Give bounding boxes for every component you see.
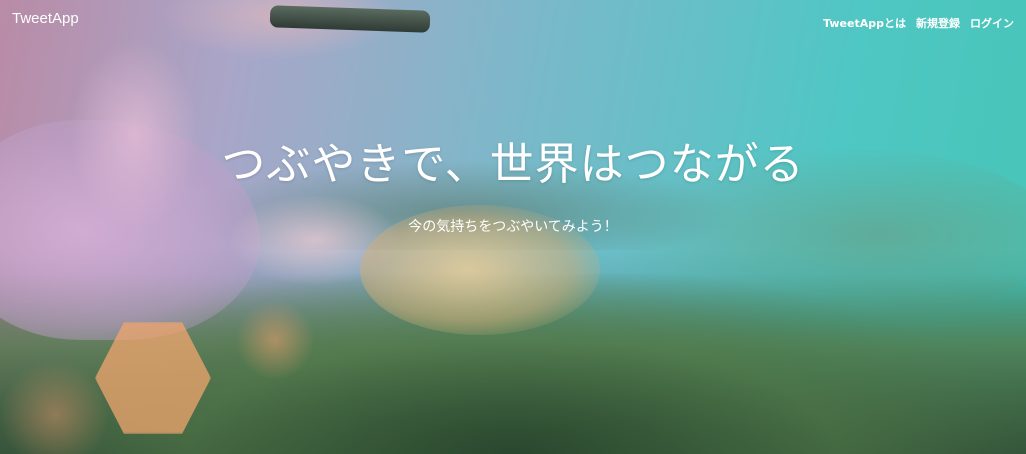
nav-item: 新規登録	[916, 12, 960, 31]
hero-subtitle: 今の気持ちをつぶやいてみよう！	[408, 219, 618, 235]
hero-section: TweetApp TweetAppとは 新規登録 ログイン つぶやきで、世界はつ…	[0, 0, 1026, 454]
hero-copy: つぶやきで、世界はつながる 今の気持ちをつぶやいてみよう！	[0, 128, 1026, 236]
bokeh-light	[235, 300, 315, 380]
site-header: TweetApp TweetAppとは 新規登録 ログイン	[0, 0, 1026, 40]
nav-item: TweetAppとは	[823, 12, 906, 31]
nav-link-login[interactable]: ログイン	[970, 17, 1014, 30]
logo-link[interactable]: TweetApp	[12, 10, 79, 27]
nav-link-signup[interactable]: 新規登録	[916, 17, 960, 30]
nav-link-about[interactable]: TweetAppとは	[823, 17, 906, 30]
hero-title: つぶやきで、世界はつながる	[221, 139, 805, 190]
nav-item: ログイン	[970, 12, 1014, 31]
header-nav: TweetAppとは 新規登録 ログイン	[823, 12, 1014, 31]
